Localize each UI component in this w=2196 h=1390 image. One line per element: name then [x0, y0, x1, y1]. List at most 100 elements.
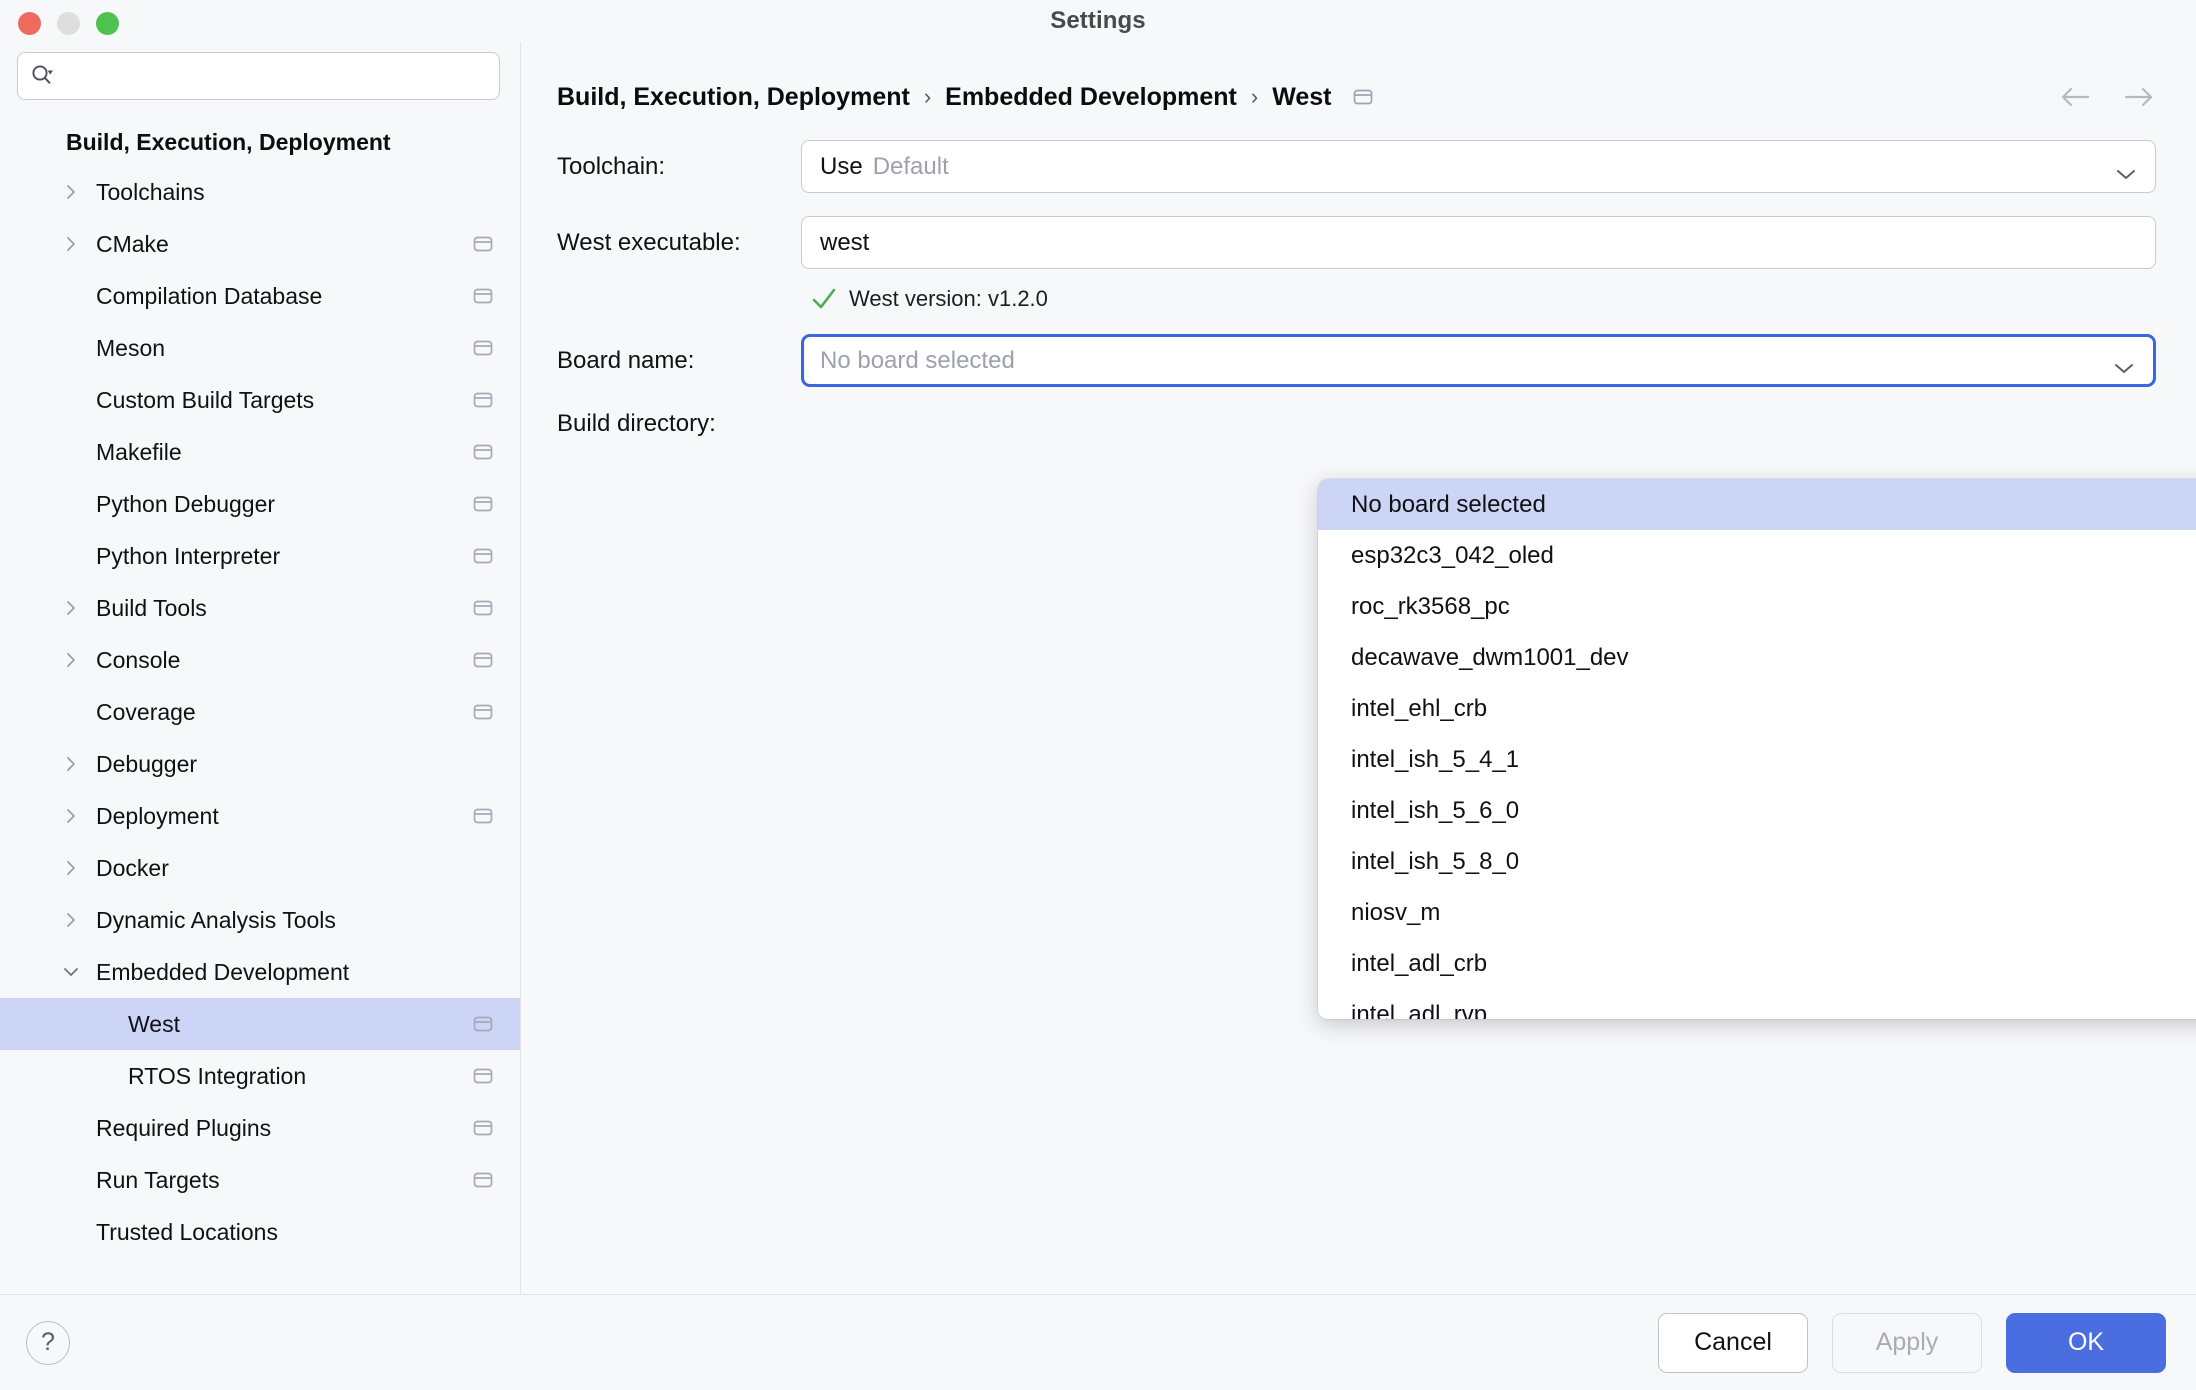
sidebar-item-label: Makefile — [96, 438, 182, 465]
sidebar-item-label: Embedded Development — [96, 958, 350, 985]
dropdown-option[interactable]: intel_adl_crb — [1318, 938, 2196, 989]
chevron-right-icon[interactable] — [62, 807, 80, 825]
sidebar-item-label: RTOS Integration — [128, 1062, 307, 1089]
badge-spacer — [472, 961, 494, 983]
chevron-right-icon[interactable] — [62, 183, 80, 201]
chevron-right-icon[interactable] — [62, 235, 80, 253]
breadcrumb-part-3: West — [1272, 82, 1332, 111]
dropdown-option[interactable]: niosv_m — [1318, 887, 2196, 938]
sidebar-item-run-targets[interactable]: Run Targets — [0, 1154, 520, 1206]
chevron-right-icon[interactable] — [62, 859, 80, 877]
project-level-setting-icon — [472, 1065, 494, 1087]
settings-sidebar: Build, Execution, Deployment Toolchains C… — [0, 42, 521, 1294]
help-button[interactable]: ? — [26, 1320, 70, 1365]
toolchain-value: Default — [872, 152, 949, 180]
dropdown-option[interactable]: intel_adl_rvp — [1318, 989, 2196, 1020]
badge-spacer — [472, 909, 494, 931]
board-name-combobox[interactable]: No board selected — [801, 334, 2156, 387]
ok-button[interactable]: OK — [2006, 1312, 2166, 1373]
forward-arrow-icon[interactable] — [2122, 84, 2156, 110]
dropdown-option[interactable]: intel_ish_5_4_1 — [1318, 734, 2196, 785]
settings-window: Settings Build, Execution, Deployment To… — [0, 0, 2196, 1390]
sidebar-item-rtos-integration[interactable]: RTOS Integration — [0, 1050, 520, 1102]
chevron-right-icon[interactable] — [62, 599, 80, 617]
breadcrumb-part-2[interactable]: Embedded Development — [945, 83, 1237, 112]
sidebar-item-label: West — [128, 1010, 180, 1037]
cancel-button[interactable]: Cancel — [1658, 1312, 1808, 1373]
project-level-setting-icon — [472, 389, 494, 411]
toolchain-prefix: Use — [820, 152, 863, 180]
dropdown-option[interactable]: intel_ish_5_8_0 — [1318, 836, 2196, 887]
chevron-down-icon[interactable] — [2113, 354, 2135, 373]
sidebar-item-compilation-database[interactable]: Compilation Database — [0, 270, 520, 322]
west-executable-row: West executable: west — [557, 216, 2156, 269]
dialog-buttons: Cancel Apply OK — [1658, 1312, 2166, 1373]
dropdown-option[interactable]: roc_rk3568_pc — [1318, 581, 2196, 632]
sidebar-item-west[interactable]: West — [0, 998, 520, 1050]
project-level-setting-icon — [472, 805, 494, 827]
sidebar-item-label: Console — [96, 646, 181, 673]
sidebar-item-python-interpreter[interactable]: Python Interpreter — [0, 530, 520, 582]
project-level-setting-icon — [472, 1013, 494, 1035]
project-level-setting-icon — [472, 285, 494, 307]
build-directory-row: Build directory: — [557, 410, 2156, 438]
board-name-row: Board name: No board selected — [557, 334, 2156, 387]
sidebar-item-required-plugins[interactable]: Required Plugins — [0, 1102, 520, 1154]
apply-button: Apply — [1832, 1312, 1982, 1373]
project-level-setting-icon — [472, 649, 494, 671]
search-input[interactable] — [60, 64, 487, 88]
sidebar-item-coverage[interactable]: Coverage — [0, 686, 520, 738]
toolchain-row: Toolchain: Use Default — [557, 140, 2156, 193]
project-level-setting-icon — [472, 233, 494, 255]
dialog-body: Build, Execution, Deployment Toolchains C… — [0, 42, 2196, 1294]
west-executable-input[interactable]: west — [801, 216, 2156, 269]
chevron-right-icon[interactable] — [62, 911, 80, 929]
sidebar-item-label: Deployment — [96, 802, 219, 829]
sidebar-item-custom-build-targets[interactable]: Custom Build Targets — [0, 374, 520, 426]
sidebar-item-build-tools[interactable]: Build Tools — [0, 582, 520, 634]
sidebar-item-meson[interactable]: Meson — [0, 322, 520, 374]
sidebar-item-console[interactable]: Console — [0, 634, 520, 686]
sidebar-item-dynamic-analysis-tools[interactable]: Dynamic Analysis Tools — [0, 894, 520, 946]
window-controls — [18, 12, 119, 35]
sidebar-item-debugger[interactable]: Debugger — [0, 738, 520, 790]
sidebar-item-makefile[interactable]: Makefile — [0, 426, 520, 478]
sidebar-item-label: Compilation Database — [96, 282, 323, 309]
sidebar-item-docker[interactable]: Docker — [0, 842, 520, 894]
sidebar-item-python-debugger[interactable]: Python Debugger — [0, 478, 520, 530]
sidebar-item-label: Meson — [96, 334, 166, 361]
toolchain-select[interactable]: Use Default — [801, 140, 2156, 193]
breadcrumb-part-1[interactable]: Build, Execution, Deployment — [557, 83, 910, 112]
sidebar-item-deployment[interactable]: Deployment — [0, 790, 520, 842]
board-name-value: No board selected — [820, 346, 1015, 374]
title-bar: Settings — [0, 0, 2196, 42]
settings-tree: Build, Execution, Deployment Toolchains C… — [0, 114, 520, 1294]
breadcrumb-separator-icon: › — [1250, 84, 1259, 109]
window-title: Settings — [1050, 7, 1146, 34]
chevron-right-icon[interactable] — [62, 651, 80, 669]
sidebar-item-embedded-development[interactable]: Embedded Development — [0, 946, 520, 998]
maximize-window-button[interactable] — [96, 12, 119, 35]
chevron-right-icon[interactable] — [62, 755, 80, 773]
chevron-down-icon[interactable] — [62, 963, 80, 981]
board-name-dropdown-list[interactable]: No board selected esp32c3_042_oled roc_rk3… — [1318, 479, 2196, 1019]
dropdown-option[interactable]: No board selected — [1318, 479, 2196, 530]
close-window-button[interactable] — [18, 12, 41, 35]
west-settings-form: Toolchain: Use Default West executable: — [521, 128, 2196, 438]
dropdown-option[interactable]: decawave_dwm1001_dev — [1318, 632, 2196, 683]
chevron-down-icon — [2115, 160, 2137, 179]
project-level-setting-icon — [472, 337, 494, 359]
dropdown-option[interactable]: esp32c3_042_oled — [1318, 530, 2196, 581]
project-level-setting-icon — [1352, 86, 1374, 108]
sidebar-item-toolchains[interactable]: Toolchains — [0, 166, 520, 218]
minimize-window-button[interactable] — [57, 12, 80, 35]
sidebar-item-label: Trusted Locations — [96, 1218, 278, 1245]
badge-spacer — [472, 857, 494, 879]
sidebar-item-cmake[interactable]: CMake — [0, 218, 520, 270]
sidebar-item-trusted-locations[interactable]: Trusted Locations — [0, 1206, 520, 1258]
west-version-status: West version: v1.2.0 — [801, 286, 2156, 312]
dropdown-option[interactable]: intel_ehl_crb — [1318, 683, 2196, 734]
dropdown-option[interactable]: intel_ish_5_6_0 — [1318, 785, 2196, 836]
back-arrow-icon[interactable] — [2058, 84, 2092, 110]
search-box[interactable] — [17, 52, 500, 100]
